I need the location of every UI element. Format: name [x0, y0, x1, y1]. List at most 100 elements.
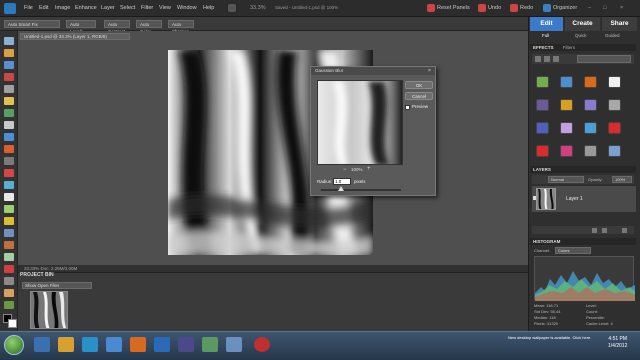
- new-layer-icon[interactable]: [592, 228, 597, 233]
- effect-thumb-12[interactable]: [608, 122, 621, 134]
- auto-sharpen-button[interactable]: Auto Sharpen: [168, 20, 194, 34]
- close-window-button[interactable]: ×: [620, 5, 623, 11]
- effects-filter-icon[interactable]: [535, 56, 541, 62]
- radius-input[interactable]: 1.0: [333, 178, 351, 185]
- start-button[interactable]: [4, 335, 24, 355]
- effect-thumb-7[interactable]: [584, 99, 597, 111]
- dialog-preview[interactable]: [317, 80, 403, 165]
- project-bin-select[interactable]: Show Open Files: [22, 282, 92, 289]
- effect-thumb-13[interactable]: [536, 145, 549, 157]
- effect-thumb-1[interactable]: [536, 76, 549, 88]
- effects-photo-icon[interactable]: [553, 56, 559, 62]
- effects-panel-header[interactable]: EFFECTS Filters: [530, 44, 636, 51]
- opacity-field[interactable]: 100%: [612, 176, 632, 183]
- effect-thumb-15[interactable]: [584, 145, 597, 157]
- effect-thumb-11[interactable]: [584, 122, 597, 134]
- effect-thumb-3[interactable]: [584, 76, 597, 88]
- zoom-in-button[interactable]: +: [367, 166, 371, 172]
- document-tab[interactable]: Untitled-1.psd @ 33.3% (Layer 1, RGB/8): [20, 33, 130, 40]
- effect-thumb-16[interactable]: [608, 145, 621, 157]
- menu-edit[interactable]: Edit: [39, 5, 48, 11]
- photoshop-elements-icon[interactable]: [154, 337, 170, 352]
- hand-tool-icon[interactable]: [4, 61, 14, 69]
- type-tool-icon[interactable]: [4, 133, 14, 141]
- magic-wand-tool-icon[interactable]: [4, 109, 14, 117]
- ie-icon[interactable]: [34, 337, 50, 352]
- effects-style-icon[interactable]: [544, 56, 550, 62]
- project-bin-header[interactable]: PROJECT BIN: [20, 272, 54, 278]
- tab-create[interactable]: Create: [565, 17, 600, 31]
- effect-thumb-4[interactable]: [608, 76, 621, 88]
- shape-tool-icon[interactable]: [4, 265, 14, 273]
- blend-mode-select[interactable]: Normal: [548, 176, 584, 183]
- recompose-tool-icon[interactable]: [4, 157, 14, 165]
- notification-text[interactable]: New desktop wallpaper is available. Clic…: [508, 335, 608, 340]
- effect-thumb-6[interactable]: [560, 99, 573, 111]
- maximize-button[interactable]: □: [603, 5, 606, 11]
- layers-panel-header[interactable]: LAYERS: [530, 166, 636, 173]
- menu-filter[interactable]: Filter: [141, 5, 153, 11]
- auto-smart-fix-button[interactable]: Auto Smart Fix: [4, 20, 60, 28]
- firefox-icon[interactable]: [130, 337, 146, 352]
- system-clock[interactable]: 4:51 PM 1/4/2012: [608, 336, 627, 350]
- move-tool-icon[interactable]: [4, 37, 14, 45]
- eyedropper-tool-icon[interactable]: [4, 73, 14, 81]
- zoom-out-button[interactable]: −: [343, 167, 347, 173]
- project-bin-thumbnail[interactable]: [30, 291, 68, 329]
- radius-slider-track[interactable]: [321, 189, 401, 191]
- effects-category-select[interactable]: [577, 55, 631, 63]
- menu-select[interactable]: Select: [120, 5, 135, 11]
- pencil-tool-icon[interactable]: [4, 301, 14, 309]
- undo-link[interactable]: Undo: [488, 5, 501, 11]
- blur-tool-icon[interactable]: [4, 277, 14, 285]
- histogram-panel-header[interactable]: HISTOGRAM: [530, 238, 636, 245]
- ok-button[interactable]: OK: [405, 81, 433, 89]
- auto-contrast-button[interactable]: Auto Contrast: [104, 20, 130, 34]
- preview-checkbox[interactable]: [405, 105, 410, 110]
- organizer-taskbar-icon[interactable]: [178, 337, 194, 352]
- channel-select[interactable]: Colors: [555, 247, 591, 254]
- radius-slider-thumb[interactable]: [338, 186, 344, 191]
- paint-bucket-tool-icon[interactable]: [4, 241, 14, 249]
- organizer-link[interactable]: Organizer: [553, 5, 577, 11]
- menu-enhance[interactable]: Enhance: [75, 5, 97, 11]
- tab-edit[interactable]: Edit: [530, 17, 563, 31]
- clone-stamp-tool-icon[interactable]: [4, 193, 14, 201]
- effect-thumb-5[interactable]: [536, 99, 549, 111]
- effect-thumb-10[interactable]: [560, 122, 573, 134]
- arrange-icon[interactable]: [228, 4, 236, 12]
- crop-tool-icon[interactable]: [4, 145, 14, 153]
- cancel-button[interactable]: Cancel: [405, 92, 433, 100]
- eraser-tool-icon[interactable]: [4, 205, 14, 213]
- menu-view[interactable]: View: [159, 5, 171, 11]
- effect-thumb-8[interactable]: [608, 99, 621, 111]
- subtab-full[interactable]: Full: [542, 33, 549, 38]
- background-color-swatch[interactable]: [8, 319, 17, 328]
- brush-tool-icon[interactable]: [4, 217, 14, 225]
- subtab-quick[interactable]: Quick: [575, 33, 587, 38]
- healing-brush-tool-icon[interactable]: [4, 181, 14, 189]
- outlook-icon[interactable]: [106, 337, 122, 352]
- effect-thumb-9[interactable]: [536, 122, 549, 134]
- marquee-tool-icon[interactable]: [4, 85, 14, 93]
- menu-layer[interactable]: Layer: [101, 5, 115, 11]
- adjustment-layer-icon[interactable]: [602, 228, 607, 233]
- smart-brush-tool-icon[interactable]: [4, 229, 14, 237]
- minimize-button[interactable]: –: [588, 5, 591, 11]
- sponge-tool-icon[interactable]: [4, 289, 14, 297]
- selection-brush-tool-icon[interactable]: [4, 121, 14, 129]
- app-icon-9[interactable]: [226, 337, 242, 352]
- menu-file[interactable]: File: [24, 5, 33, 11]
- recorder-icon[interactable]: [254, 337, 270, 352]
- trash-icon[interactable]: [622, 228, 627, 233]
- app-icon-8[interactable]: [202, 337, 218, 352]
- media-player-icon[interactable]: [82, 337, 98, 352]
- lasso-tool-icon[interactable]: [4, 97, 14, 105]
- red-eye-tool-icon[interactable]: [4, 169, 14, 177]
- dialog-close-button[interactable]: ×: [426, 68, 433, 74]
- explorer-icon[interactable]: [58, 337, 74, 352]
- menu-window[interactable]: Window: [177, 5, 197, 11]
- tab-share[interactable]: Share: [602, 17, 637, 31]
- effect-thumb-2[interactable]: [560, 76, 573, 88]
- reset-panels-link[interactable]: Reset Panels: [437, 5, 470, 11]
